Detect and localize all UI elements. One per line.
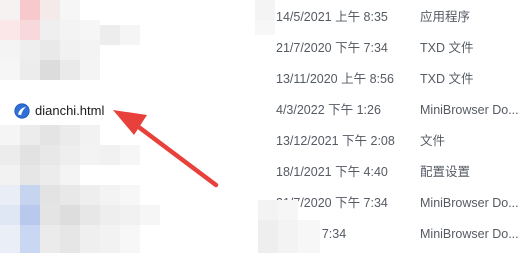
- date-modified: 14/5/2021 上午 8:35: [276, 10, 388, 24]
- file-row[interactable]: 21/7/2020 下午 7:34 TXD 文件: [0, 33, 532, 64]
- file-type: 配置设置: [420, 165, 471, 179]
- date-modified: 13/11/2020 上午 8:56: [276, 72, 394, 86]
- file-type: MiniBrowser Do...: [420, 196, 519, 210]
- file-type: TXD 文件: [420, 41, 474, 55]
- date-modified: 21/7/2020 下午 7:34: [276, 196, 388, 210]
- file-row[interactable]: 13/11/2020 上午 8:56 TXD 文件: [0, 64, 532, 95]
- date-modified: 21/7/2020 下午 7:34: [276, 41, 388, 55]
- browser-icon: [14, 102, 30, 119]
- file-name-cell[interactable]: dianchi.html: [14, 95, 104, 126]
- file-type: 文件: [420, 134, 446, 148]
- file-type: 应用程序: [420, 10, 471, 24]
- file-row[interactable]: 18/1/2021 下午 4:40 配置设置: [0, 157, 532, 188]
- file-type: MiniBrowser Do...: [420, 227, 519, 241]
- file-row-dianchi[interactable]: dianchi.html 4/3/2022 下午 1:26 MiniBrowse…: [0, 95, 532, 126]
- file-name: dianchi.html: [35, 103, 105, 118]
- file-list: 14/5/2021 上午 8:35 应用程序 21/7/2020 下午 7:34…: [0, 0, 532, 253]
- file-row[interactable]: 13/12/2021 下午 2:08 文件: [0, 126, 532, 157]
- date-modified: 18/1/2021 下午 4:40: [276, 165, 388, 179]
- date-modified: 20 下午 7:34: [276, 227, 347, 241]
- file-row[interactable]: 21/7/2020 下午 7:34 MiniBrowser Do...: [0, 188, 532, 219]
- file-type: MiniBrowser Do...: [420, 103, 519, 117]
- file-type: TXD 文件: [420, 72, 474, 86]
- file-row[interactable]: 20 下午 7:34 MiniBrowser Do...: [0, 219, 532, 250]
- file-row[interactable]: 14/5/2021 上午 8:35 应用程序: [0, 2, 532, 33]
- date-modified: 4/3/2022 下午 1:26: [276, 103, 381, 117]
- date-modified: 13/12/2021 下午 2:08: [276, 134, 395, 148]
